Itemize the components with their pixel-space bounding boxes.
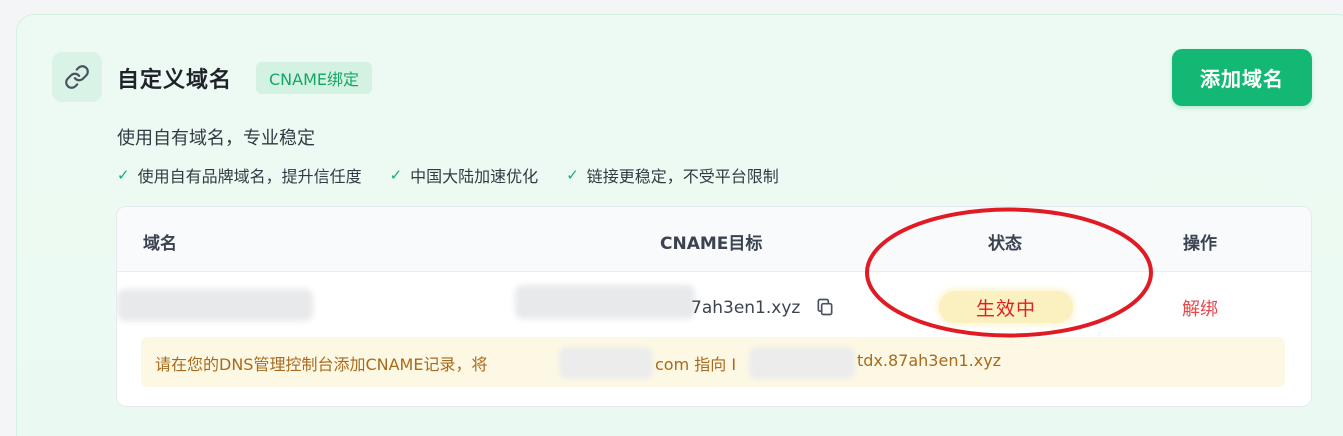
notice-prefix: 请在您的DNS管理控制台添加CNAME记录，将 [155,355,488,374]
cname-target-text: 7ah3en1.xyz [691,298,801,318]
column-status: 状态 [988,234,1022,254]
check-icon: ✓ [389,166,403,184]
feature-label: 中国大陆加速优化 [410,167,539,186]
redacted-cname-prefix [515,285,695,319]
domain-table: 域名 CNAME目标 状态 操作 7ah3en1.xyz 生效中 解绑 请在您的… [116,206,1312,407]
check-icon: ✓ [566,166,579,184]
unbind-link[interactable]: 解绑 [1182,295,1218,321]
add-domain-button[interactable]: 添加域名 [1172,49,1312,106]
feature-item: ✓ 中国大陆加速优化 [390,163,539,187]
feature-list: ✓ 使用自有品牌域名，提升信任度 ✓ 中国大陆加速优化 ✓ 链接更稳定，不受平台… [117,163,779,187]
redacted-notice-target [749,347,855,379]
feature-item: ✓ 使用自有品牌域名，提升信任度 [117,163,362,187]
feature-item: ✓ 链接更稳定，不受平台限制 [566,163,779,187]
redacted-notice-domain [559,347,653,379]
column-action: 操作 [1183,234,1217,254]
link-icon [65,65,89,89]
redacted-domain [117,289,313,321]
notice-suffix: tdx.87ah3en1.xyz [857,351,1002,370]
check-icon: ✓ [117,166,130,184]
column-cname-target: CNAME目标 [660,234,763,254]
dns-notice: 请在您的DNS管理控制台添加CNAME记录，将 com 指向 I tdx.87a… [141,337,1285,387]
table-header: 域名 CNAME目标 状态 操作 [117,207,1311,272]
feature-label: 使用自有品牌域名，提升信任度 [137,167,362,186]
feature-label: 链接更稳定，不受平台限制 [586,167,779,186]
page-title: 自定义域名 [117,68,233,93]
subtitle: 使用自有域名，专业稳定 [117,128,315,149]
column-domain: 域名 [143,234,177,254]
link-icon-box [52,52,102,102]
status-badge: 生效中 [939,291,1073,323]
notice-middle: com 指向 I [655,355,737,374]
cname-badge: CNAME绑定 [256,62,373,94]
copy-icon[interactable] [815,297,835,317]
